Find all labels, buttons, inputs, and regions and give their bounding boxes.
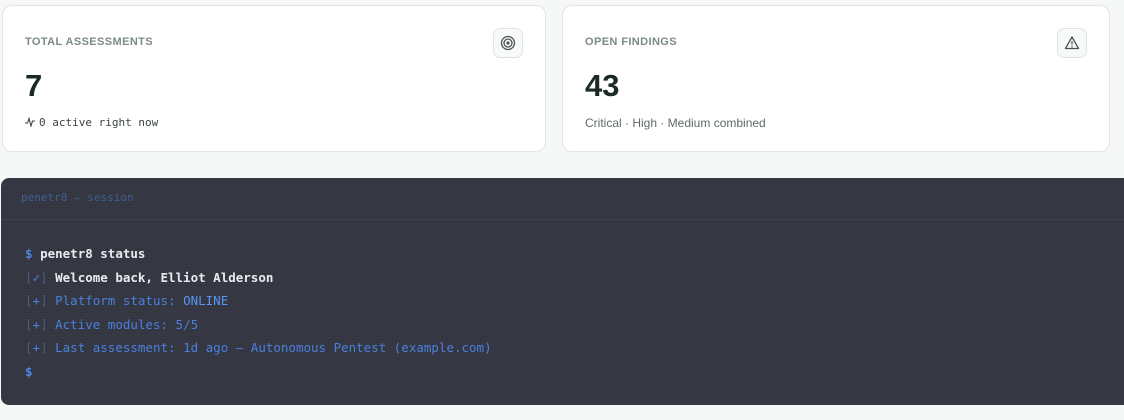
warning-icon: [1057, 28, 1087, 58]
command-text: penetr8 status: [40, 246, 146, 261]
terminal-output: $ penetr8 status [✓] Welcome back, Ellio…: [1, 220, 1124, 383]
card-label: OPEN FINDINGS: [585, 36, 677, 48]
open-findings-card: OPEN FINDINGS 43 Critical · High · Mediu…: [562, 5, 1110, 152]
activity-icon: [25, 116, 35, 130]
active-now-label: 0 active right now: [39, 116, 159, 129]
last-assessment-label: Last assessment:: [55, 340, 184, 355]
open-findings-value: 43: [585, 68, 620, 103]
status-value: ONLINE: [183, 293, 229, 308]
status-label: Platform status:: [55, 293, 184, 308]
prompt-symbol: $: [25, 246, 33, 261]
status-line: [+] Platform status: ONLINE: [25, 293, 229, 308]
prompt-symbol: $: [25, 363, 33, 379]
card-label: TOTAL ASSESSMENTS: [25, 36, 154, 48]
modules-value: 5/5: [175, 316, 199, 332]
plus-icon: +: [32, 293, 41, 308]
active-now-text: 0 active right now: [25, 116, 158, 130]
total-assessments-card: TOTAL ASSESSMENTS 7 0 active right now: [2, 5, 546, 152]
terminal-title: penetr8 — session: [1, 178, 1124, 220]
last-assessment-line: [+] Last assessment: 1d ago — Autonomous…: [25, 340, 492, 355]
total-assessments-value: 7: [25, 68, 43, 103]
input-prompt-line[interactable]: $: [25, 360, 1124, 384]
plus-icon: +: [32, 316, 41, 332]
modules-label: Active modules:: [55, 316, 176, 332]
findings-breakdown-text: Critical · High · Medium combined: [585, 116, 766, 130]
welcome-line: [✓] Welcome back, Elliot Alderson: [25, 269, 274, 285]
welcome-text: Welcome back, Elliot Alderson: [55, 269, 274, 285]
check-icon: ✓: [32, 269, 41, 285]
command-line: $ penetr8 status: [25, 242, 1124, 266]
plus-icon: +: [32, 340, 41, 355]
session-terminal[interactable]: penetr8 — session $ penetr8 status [✓] W…: [1, 178, 1124, 405]
stats-cards: TOTAL ASSESSMENTS 7 0 active right now O…: [2, 5, 1110, 154]
last-assessment-value: 1d ago — Autonomous Pentest (example.com…: [183, 340, 492, 355]
modules-line: [+] Active modules: 5/5: [25, 316, 199, 332]
target-icon: [493, 28, 523, 58]
